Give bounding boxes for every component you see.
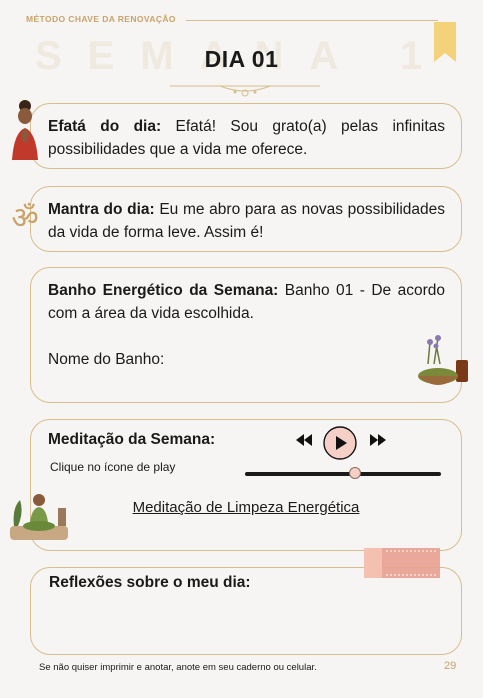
mantra-label: Mantra do dia: xyxy=(48,201,155,218)
reflexoes-card[interactable]: Reflexões sobre o meu dia: xyxy=(30,567,462,655)
play-icon[interactable] xyxy=(323,426,357,460)
page-number: 29 xyxy=(444,660,457,672)
rewind-icon[interactable] xyxy=(295,433,313,447)
banho-label: Banho Energético da Semana: xyxy=(48,282,279,299)
efata-card: Efatá do dia: Efatá! Sou grato(a) pelas … xyxy=(30,103,462,169)
meditating-woman-icon xyxy=(10,494,68,540)
footer-note: Se não quiser imprimir e anotar, anote e… xyxy=(39,662,317,673)
praying-woman-icon xyxy=(12,100,38,160)
washi-tape-icon xyxy=(364,548,440,578)
mantra-card: Mantra do dia: Eu me abro para as novas … xyxy=(30,186,462,252)
om-symbol-icon: ॐ xyxy=(11,201,39,236)
efata-paragraph: Efatá do dia: Efatá! Sou grato(a) pelas … xyxy=(48,115,445,162)
banho-card: Banho Energético da Semana: Banho 01 - D… xyxy=(30,267,462,403)
reflexoes-title: Reflexões sobre o meu dia: xyxy=(49,574,251,591)
audio-progress-knob[interactable] xyxy=(348,467,361,479)
mantra-paragraph: Mantra do dia: Eu me abro para as novas … xyxy=(48,198,445,245)
ornament-divider-icon xyxy=(170,85,320,97)
banho-name-label: Nome do Banho: xyxy=(48,350,165,368)
header-divider xyxy=(186,20,438,21)
meditacao-hint: Clique no ícone de play xyxy=(50,460,176,474)
efata-label: Efatá do dia: xyxy=(48,118,162,135)
meditacao-title: Meditação da Semana: xyxy=(48,431,216,448)
fast-forward-icon[interactable] xyxy=(369,433,387,447)
banho-paragraph: Banho Energético da Semana: Banho 01 - D… xyxy=(48,279,445,326)
document-header-label: MÉTODO CHAVE DA RENOVAÇÃO xyxy=(26,14,176,24)
audio-progress-track[interactable] xyxy=(245,472,441,476)
herbs-bowl-icon xyxy=(418,335,468,385)
meditation-link[interactable]: Meditação de Limpeza Energética xyxy=(31,499,461,516)
page-title: DIA 01 xyxy=(204,46,279,72)
meditacao-card: Meditação da Semana: Clique no ícone de … xyxy=(30,419,462,551)
